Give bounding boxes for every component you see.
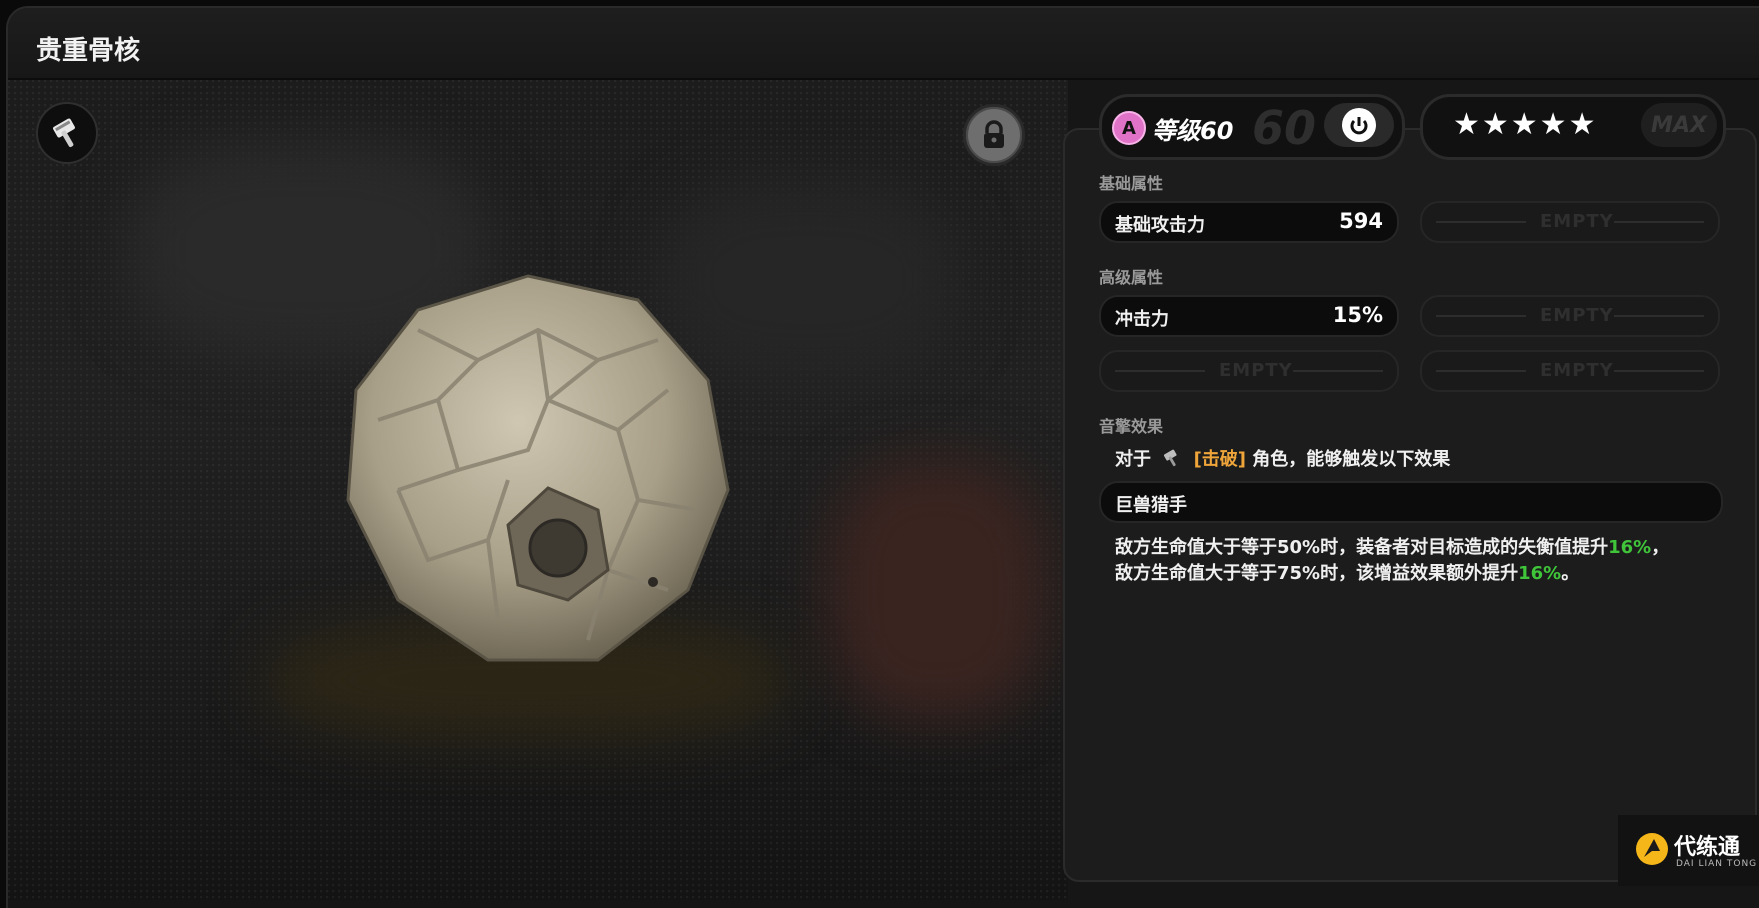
lock-icon[interactable] (963, 104, 1025, 166)
bone-core-orb (338, 270, 738, 674)
effect-intro-tag: [击破] (1193, 449, 1247, 470)
stat-value: 594 (1339, 209, 1383, 233)
empty-label: EMPTY (1540, 305, 1614, 326)
max-badge: MAX (1641, 103, 1717, 147)
stat-row-base-attack: 基础攻击力 594 (1099, 201, 1399, 243)
hammer-icon (1161, 447, 1183, 474)
effect-name-row: 巨兽猎手 (1099, 481, 1723, 523)
effect-name: 巨兽猎手 (1115, 495, 1187, 516)
effect-intro-prefix: 对于 (1115, 449, 1151, 470)
level-label: 等级60 (1152, 117, 1234, 145)
watermark-logo-icon (1634, 831, 1670, 871)
effect-intro: 对于 [击破] 角色，能够触发以下效果 (1115, 445, 1450, 474)
upgrade-icon (1342, 108, 1376, 142)
effect-line2-value: 16% (1518, 563, 1562, 584)
effect-intro-suffix: 角色，能够触发以下效果 (1252, 449, 1451, 470)
advanced-attrs-label: 高级属性 (1099, 268, 1164, 287)
empty-label: EMPTY (1219, 360, 1293, 381)
stat-name: 冲击力 (1115, 309, 1169, 330)
effect-label: 音擎效果 (1099, 417, 1164, 436)
page-title: 贵重骨核 (36, 36, 141, 66)
stat-value: 15% (1332, 303, 1383, 327)
watermark: 代练通 DAI LIAN TONG (1618, 815, 1759, 886)
level-indicator: A 等级60 60 (1099, 94, 1405, 160)
title-bar: 贵重骨核 (8, 8, 1759, 80)
effect-line1-end: ， (1651, 537, 1670, 558)
rank-badge: A (1112, 111, 1146, 145)
empty-slot: EMPTY (1420, 350, 1720, 392)
empty-label: EMPTY (1540, 360, 1614, 381)
hammer-icon (36, 102, 98, 164)
item-preview-stage (8, 80, 1068, 900)
effect-description: 敌方生命值大于等于50%时，装备者对目标造成的失衡值提升16%， 敌方生命值大于… (1115, 535, 1669, 587)
effect-line1-text: 敌方生命值大于等于50%时，装备者对目标造成的失衡值提升 (1115, 537, 1609, 558)
star-icons: ★★★★★ (1453, 107, 1598, 142)
upgrade-button[interactable] (1324, 103, 1394, 147)
base-attrs-label: 基础属性 (1099, 174, 1164, 193)
watermark-sub: DAI LIAN TONG (1676, 859, 1758, 869)
watermark-main: 代练通 (1674, 835, 1741, 860)
effect-line1-value: 16% (1608, 537, 1652, 558)
empty-slot: EMPTY (1099, 350, 1399, 392)
empty-label: EMPTY (1540, 211, 1614, 232)
stat-row-impact: 冲击力 15% (1099, 295, 1399, 337)
refine-stars: ★★★★★ MAX (1420, 94, 1726, 160)
empty-slot: EMPTY (1420, 201, 1720, 243)
effect-line2-text: 敌方生命值大于等于75%时，该增益效果额外提升 (1115, 563, 1519, 584)
stat-name: 基础攻击力 (1115, 215, 1205, 236)
effect-line2-end: 。 (1561, 563, 1580, 584)
level-max-ghost: 60 (1252, 101, 1317, 155)
empty-slot: EMPTY (1420, 295, 1720, 337)
